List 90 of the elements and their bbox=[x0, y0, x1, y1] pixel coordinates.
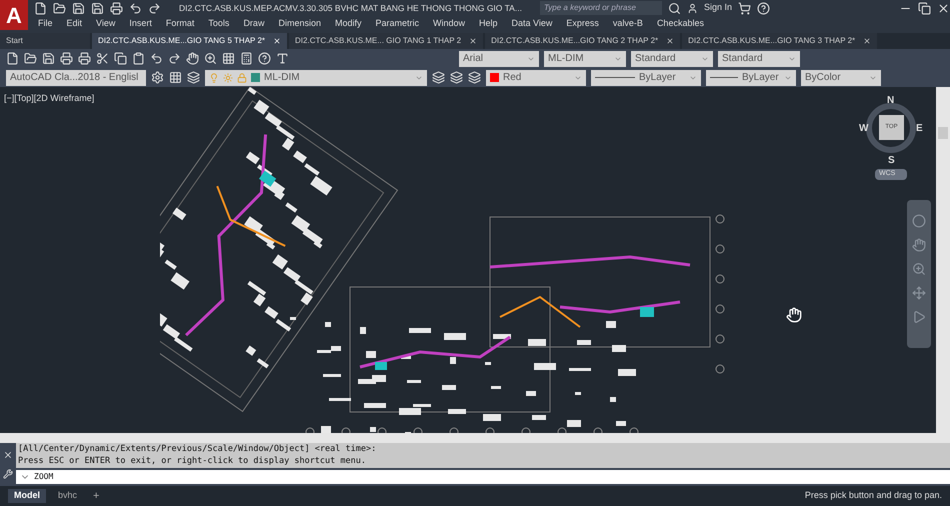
pan-icon[interactable] bbox=[186, 52, 199, 65]
close-icon[interactable] bbox=[3, 450, 13, 460]
wrench-icon[interactable] bbox=[3, 469, 13, 480]
close-icon[interactable] bbox=[666, 37, 674, 45]
user-icon bbox=[687, 2, 698, 14]
close-icon[interactable] bbox=[863, 37, 872, 45]
status-message: Press pick button and drag to pan. bbox=[804, 489, 942, 502]
menu-item[interactable]: Tools bbox=[208, 17, 230, 31]
compass-label: S bbox=[888, 154, 895, 168]
layout-tab[interactable]: Model bbox=[8, 489, 46, 503]
menu-item[interactable]: Checkables bbox=[656, 17, 704, 31]
menu-item[interactable]: Dimension bbox=[278, 17, 321, 31]
lineweight-dropdown[interactable]: ByLayer bbox=[706, 70, 796, 86]
menu-item[interactable]: Data View bbox=[512, 17, 552, 31]
calculator-icon[interactable] bbox=[240, 52, 253, 65]
redo-icon[interactable] bbox=[168, 52, 181, 65]
undo-icon[interactable] bbox=[129, 2, 142, 14]
menu-item[interactable]: Help bbox=[479, 17, 498, 31]
menu-item[interactable]: Format bbox=[166, 17, 194, 31]
hand-cursor-icon bbox=[786, 307, 802, 323]
new-file-icon[interactable] bbox=[6, 52, 19, 65]
layer-dropdown[interactable]: ML-DIM bbox=[205, 70, 427, 86]
menu-item[interactable]: Modify bbox=[334, 17, 362, 31]
layer-color-swatch bbox=[251, 73, 260, 82]
settings-icon[interactable] bbox=[151, 71, 164, 84]
menu-item[interactable]: Parametric bbox=[376, 17, 420, 31]
menu-item[interactable]: Draw bbox=[243, 17, 264, 31]
layers-icon[interactable] bbox=[432, 71, 445, 84]
add-layout-button[interactable]: + bbox=[89, 488, 104, 504]
command-history-line: [All/Center/Dynamic/Extents/Previous/Scale/Window/Object] <real time>: bbox=[18, 443, 378, 455]
grid-icon[interactable] bbox=[222, 52, 235, 65]
close-icon[interactable] bbox=[273, 37, 282, 45]
menu-item[interactable]: View bbox=[96, 17, 116, 31]
menu-item[interactable]: Insert bbox=[129, 17, 152, 31]
compass-label: N bbox=[887, 94, 894, 108]
document-tab[interactable]: DI2.CTC.ASB.KUS.ME...GIO TANG 3 THAP 2* bbox=[682, 33, 878, 49]
restore-icon[interactable] bbox=[918, 2, 931, 14]
folder-icon[interactable] bbox=[24, 52, 37, 65]
line-sample bbox=[710, 77, 738, 78]
close-icon[interactable] bbox=[937, 2, 950, 14]
text-style-icon[interactable] bbox=[276, 52, 289, 65]
new-file-icon[interactable] bbox=[34, 2, 47, 14]
document-tab[interactable]: Start bbox=[0, 33, 90, 49]
layers-icon[interactable] bbox=[187, 71, 200, 84]
paste-icon[interactable] bbox=[132, 52, 145, 65]
workspace-dropdown[interactable]: AutoCAD Cla...2018 - Englisl bbox=[6, 70, 146, 86]
viewport-label[interactable]: [−][Top][2D Wireframe] bbox=[4, 92, 94, 106]
undo-icon[interactable] bbox=[150, 52, 163, 65]
vertical-scrollbar[interactable] bbox=[936, 87, 950, 443]
menu-item[interactable]: valve-B bbox=[612, 17, 643, 31]
folder-icon[interactable] bbox=[53, 2, 66, 14]
app-menu-button[interactable]: A bbox=[0, 0, 28, 30]
compass-label: W bbox=[859, 122, 868, 136]
plot-style-dropdown[interactable]: ByColor bbox=[801, 70, 881, 86]
lock-icon bbox=[237, 72, 247, 82]
save-icon[interactable] bbox=[42, 52, 55, 65]
command-history-line: Press ESC or ENTER to exit, or right-click to display shortcut menu. bbox=[18, 455, 367, 467]
linetype-dropdown[interactable]: ByLayer bbox=[591, 70, 701, 86]
sign-in-link[interactable]: Sign In bbox=[704, 1, 732, 15]
menu-item[interactable]: Window bbox=[433, 17, 466, 31]
layout-tab[interactable]: bvhc bbox=[52, 489, 84, 503]
table-style-dropdown[interactable]: Standard bbox=[631, 50, 713, 66]
printer-icon[interactable] bbox=[110, 2, 123, 14]
window-title: DI2.CTC.ASB.KUS.MEP.ACMV.3.30.305 BVHC MAT BANG HE THONG THONG GIO TA... bbox=[179, 2, 523, 14]
document-tab[interactable]: DI2.CTC.ASB.KUS.ME...GIO TANG 5 THAP 2* bbox=[92, 33, 288, 49]
zoom-icon[interactable] bbox=[204, 52, 217, 65]
cart-icon[interactable] bbox=[738, 2, 752, 14]
document-tab[interactable]: DI2.CTC.ASB.KUS.ME... GIO TANG 1 THAP 2 bbox=[289, 33, 484, 49]
menu-item[interactable]: Edit bbox=[66, 17, 82, 31]
copy-icon[interactable] bbox=[114, 52, 127, 65]
compass-label: E bbox=[916, 122, 923, 136]
line-sample bbox=[595, 77, 635, 78]
color-dropdown[interactable]: Red bbox=[486, 70, 586, 86]
mleader-style-dropdown[interactable]: Standard bbox=[718, 50, 800, 66]
help-icon[interactable] bbox=[258, 52, 271, 65]
document-tab[interactable]: DI2.CTC.ASB.KUS.ME...GIO TANG 2 THAP 2* bbox=[485, 33, 680, 49]
close-icon[interactable] bbox=[469, 37, 478, 45]
sun-icon bbox=[223, 72, 233, 82]
menu-item[interactable]: File bbox=[38, 17, 53, 31]
printer-icon[interactable] bbox=[60, 52, 73, 65]
bulb-icon bbox=[209, 72, 219, 82]
help-icon[interactable] bbox=[757, 2, 770, 14]
save-icon[interactable] bbox=[72, 2, 85, 14]
horizontal-scrollbar[interactable] bbox=[0, 433, 936, 443]
cut-icon[interactable] bbox=[96, 52, 109, 65]
redo-icon[interactable] bbox=[148, 2, 161, 14]
menu-item[interactable]: Express bbox=[566, 17, 599, 31]
search-field[interactable]: Type a keyword or phrase bbox=[540, 1, 662, 15]
text-style-dropdown[interactable]: Arial bbox=[459, 50, 539, 66]
dim-style-dropdown[interactable]: ML-DIM bbox=[544, 50, 626, 66]
